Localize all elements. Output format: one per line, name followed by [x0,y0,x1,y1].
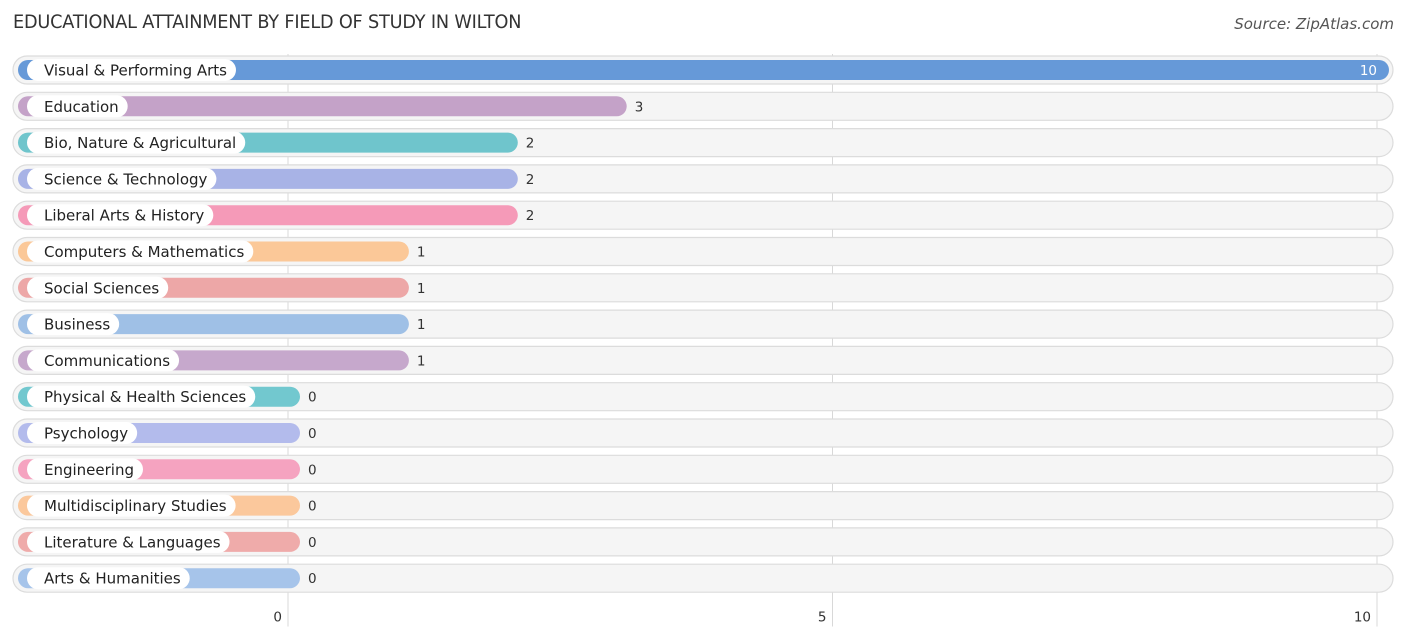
category-label: Liberal Arts & History [44,207,204,225]
bar-row: Business 1 [12,309,1394,339]
bar-row: Engineering 0 [12,454,1394,484]
bar-row: Visual & Performing Arts 10 [12,55,1394,85]
x-axis: 0 5 10 [273,610,1371,626]
category-label: Bio, Nature & Agricultural [44,134,236,152]
value-label: 1 [417,317,426,333]
bar-row: Science & Technology 2 [12,164,1394,194]
bar-row: Computers & Mathematics 1 [12,236,1394,267]
category-label: Computers & Mathematics [44,243,244,261]
value-label: 0 [308,390,317,406]
category-label: Science & Technology [44,170,208,188]
value-label: 10 [1360,63,1377,79]
category-label: Education [44,98,119,116]
bar-row: Arts & Humanities 0 [12,563,1394,593]
bar-row: Multidisciplinary Studies 0 [12,491,1394,521]
value-label: 2 [526,172,535,188]
value-label: 1 [417,245,426,261]
bar-chart: Visual & Performing Arts 10Education 3Bio,… [12,54,1394,627]
value-label: 0 [308,499,317,515]
value-label: 0 [308,462,317,478]
value-label: 3 [635,99,644,115]
x-tick-label: 0 [273,610,282,626]
category-label: Multidisciplinary Studies [44,497,227,515]
category-label: Visual & Performing Arts [44,62,227,80]
bar-row: Education 3 [12,91,1394,121]
bar-row: Liberal Arts & History 2 [12,200,1394,230]
category-label: Business [44,316,110,334]
bar-row: Physical & Health Sciences 0 [12,382,1394,412]
category-label: Social Sciences [44,279,159,297]
category-label: Psychology [44,425,128,443]
bars-layer: Visual & Performing Arts 10Education 3Bio,… [12,55,1394,593]
category-label: Physical & Health Sciences [44,388,246,406]
bar-row: Social Sciences 1 [12,273,1394,303]
bar-row: Communications 1 [12,345,1394,375]
value-label: 0 [308,426,317,442]
category-label: Communications [44,352,170,370]
bar-row: Psychology 0 [12,418,1394,448]
value-label: 2 [526,136,535,152]
category-label: Arts & Humanities [44,570,181,588]
x-tick-label: 5 [818,610,827,626]
value-label: 0 [308,571,317,587]
bar-row: Literature & Languages 0 [12,527,1394,557]
category-label: Engineering [44,461,134,479]
x-tick-label: 10 [1354,610,1371,626]
category-label: Literature & Languages [44,533,221,551]
value-label: 1 [417,281,426,297]
value-label: 0 [308,535,317,551]
bar-row: Bio, Nature & Agricultural 2 [12,128,1394,158]
value-label: 1 [417,353,426,369]
value-label: 2 [526,208,535,224]
